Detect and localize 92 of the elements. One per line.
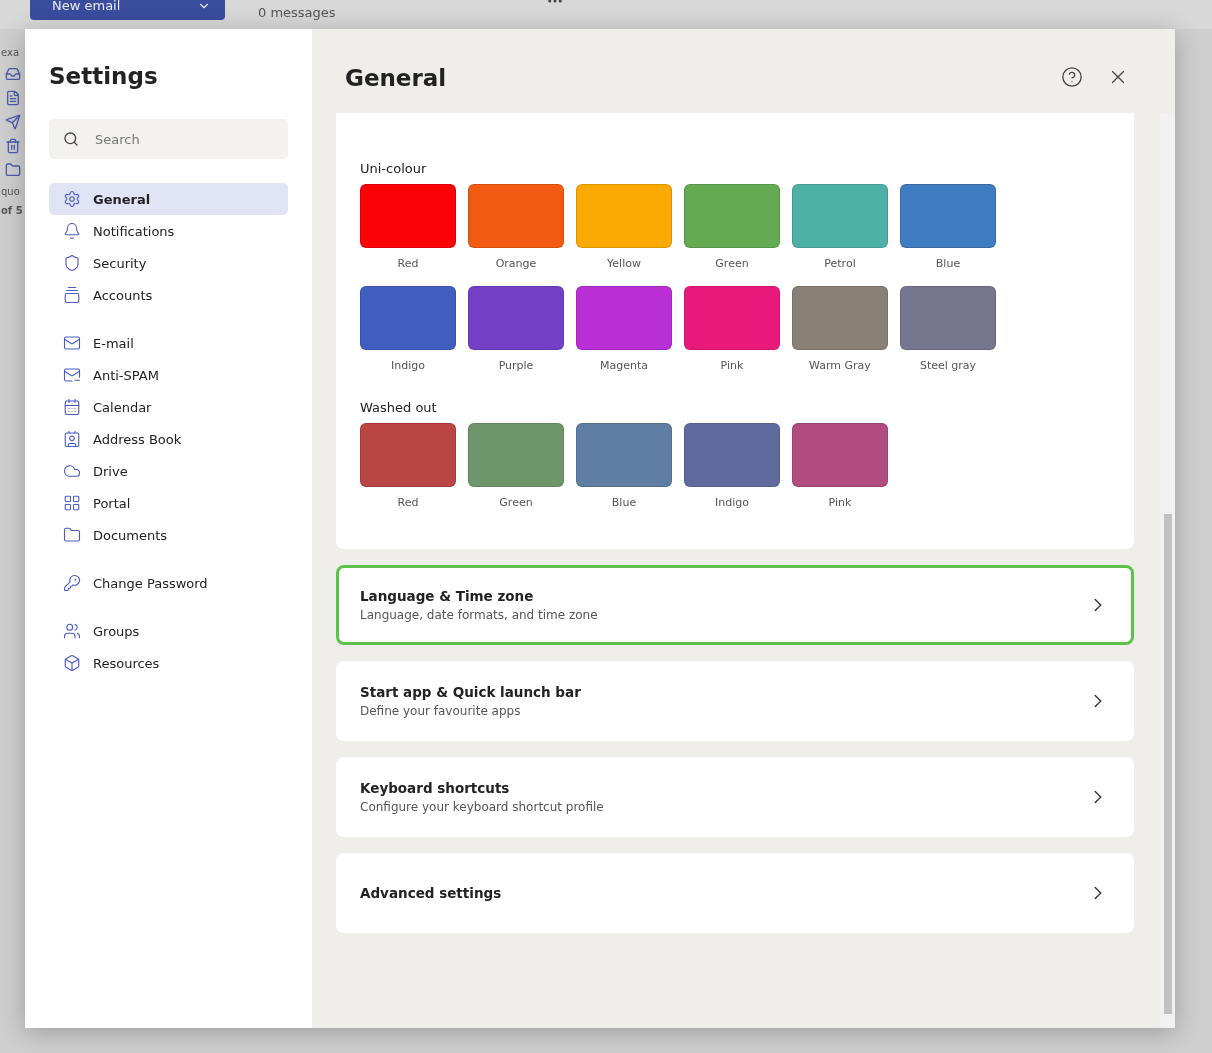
section-subtitle: Configure your keyboard shortcut profile	[360, 800, 605, 814]
send-icon[interactable]	[5, 114, 21, 130]
folder-icon	[63, 526, 81, 544]
color-swatch[interactable]	[792, 423, 888, 487]
color-swatch[interactable]	[684, 423, 780, 487]
settings-section[interactable]: Advanced settings	[336, 853, 1134, 933]
swatch-label: Blue	[611, 496, 637, 509]
sidebar-item[interactable]: Resources	[49, 647, 288, 679]
account-text: exa	[0, 47, 20, 58]
swatch-label: Warm Gray	[809, 359, 871, 372]
settings-title: Settings	[49, 63, 159, 89]
search-field[interactable]: Search	[49, 119, 288, 159]
swatch-label: Orange	[495, 257, 537, 270]
bell-icon	[63, 222, 81, 240]
gear-icon	[63, 190, 81, 208]
sidebar-item[interactable]: Change Password	[49, 567, 288, 599]
scrollbar-thumb[interactable]	[1163, 514, 1172, 1014]
sidebar-item[interactable]: E-mail	[49, 327, 288, 359]
color-swatch[interactable]	[576, 423, 672, 487]
group-title: Washed out	[360, 400, 438, 415]
color-swatch[interactable]	[900, 184, 996, 248]
envelope-minus-icon	[63, 366, 81, 384]
grid-icon	[63, 494, 81, 512]
section-title: Keyboard shortcuts	[360, 780, 511, 796]
sidebar-item[interactable]: Documents	[49, 519, 288, 551]
swatch-label: Pink	[828, 496, 852, 509]
cube-icon	[63, 654, 81, 672]
settings-section[interactable]: Language & Time zone Language, date formats, and time zone	[336, 565, 1134, 645]
swatch-label: Petrol	[824, 257, 856, 270]
section-title: Start app & Quick launch bar	[360, 684, 582, 700]
folder-icon[interactable]	[5, 162, 21, 178]
message-count: 0 messages	[258, 5, 336, 20]
sidebar-item[interactable]: Notifications	[49, 215, 288, 247]
group-title: Uni-colour	[360, 161, 428, 176]
color-swatch[interactable]	[468, 286, 564, 350]
document-icon[interactable]	[5, 90, 21, 106]
contact-card-icon	[63, 430, 81, 448]
color-swatch[interactable]	[900, 286, 996, 350]
settings-section[interactable]: Keyboard shortcuts Configure your keyboard shortcut profile	[336, 757, 1134, 837]
color-swatch[interactable]	[684, 184, 780, 248]
section-title: Language & Time zone	[360, 588, 535, 604]
swatch-label: Steel gray	[919, 359, 977, 372]
color-swatch[interactable]	[576, 286, 672, 350]
new-email-button[interactable]: New email	[30, 0, 225, 20]
color-swatch[interactable]	[468, 184, 564, 248]
color-swatch[interactable]	[468, 423, 564, 487]
envelope-icon	[63, 334, 81, 352]
swatch-label: Purple	[498, 359, 534, 372]
page-title: General	[345, 64, 448, 91]
inbox-icon[interactable]	[5, 66, 21, 82]
swatch-label: Red	[397, 257, 419, 270]
cloud-icon	[63, 462, 81, 480]
swatch-label: Red	[397, 496, 419, 509]
swatch-label: Blue	[935, 257, 961, 270]
section-subtitle: Language, date formats, and time zone	[360, 608, 599, 622]
trash-icon[interactable]	[5, 138, 21, 154]
calendar-icon	[63, 398, 81, 416]
color-swatch[interactable]	[684, 286, 780, 350]
sidebar-item[interactable]: Drive	[49, 455, 288, 487]
key-icon	[63, 574, 81, 592]
sidebar-item[interactable]: Portal	[49, 487, 288, 519]
section-subtitle: Define your favourite apps	[360, 704, 522, 718]
swatch-label: Indigo	[391, 359, 425, 372]
quota-value: of 5	[0, 205, 23, 216]
color-swatch[interactable]	[360, 286, 456, 350]
stacked-cards-icon	[63, 286, 81, 304]
swatch-label: Green	[499, 496, 533, 509]
quota-text: quo	[0, 186, 20, 197]
people-icon	[63, 622, 81, 640]
swatch-label: Indigo	[715, 496, 749, 509]
sidebar-item[interactable]: Address Book	[49, 423, 288, 455]
sidebar-item[interactable]: Groups	[49, 615, 288, 647]
sidebar-item[interactable]: Anti-SPAM	[49, 359, 288, 391]
sidebar-item[interactable]: Calendar	[49, 391, 288, 423]
color-swatch[interactable]	[792, 184, 888, 248]
sidebar-item[interactable]: General	[49, 183, 288, 215]
help-button[interactable]	[1061, 66, 1083, 88]
settings-section[interactable]: Start app & Quick launch bar Define your favourite apps	[336, 661, 1134, 741]
color-swatch[interactable]	[360, 423, 456, 487]
shield-icon	[63, 254, 81, 272]
color-swatch[interactable]	[360, 184, 456, 248]
search-icon	[63, 131, 79, 147]
sidebar-item[interactable]: Security	[49, 247, 288, 279]
swatch-label: Magenta	[600, 359, 648, 372]
section-title: Advanced settings	[360, 885, 503, 901]
swatch-label: Pink	[720, 359, 744, 372]
swatch-label: Green	[715, 257, 749, 270]
color-swatch[interactable]	[576, 184, 672, 248]
color-swatch[interactable]	[792, 286, 888, 350]
scrollbar[interactable]	[1160, 113, 1175, 1028]
swatch-label: Yellow	[607, 257, 641, 270]
sidebar-item[interactable]: Accounts	[49, 279, 288, 311]
